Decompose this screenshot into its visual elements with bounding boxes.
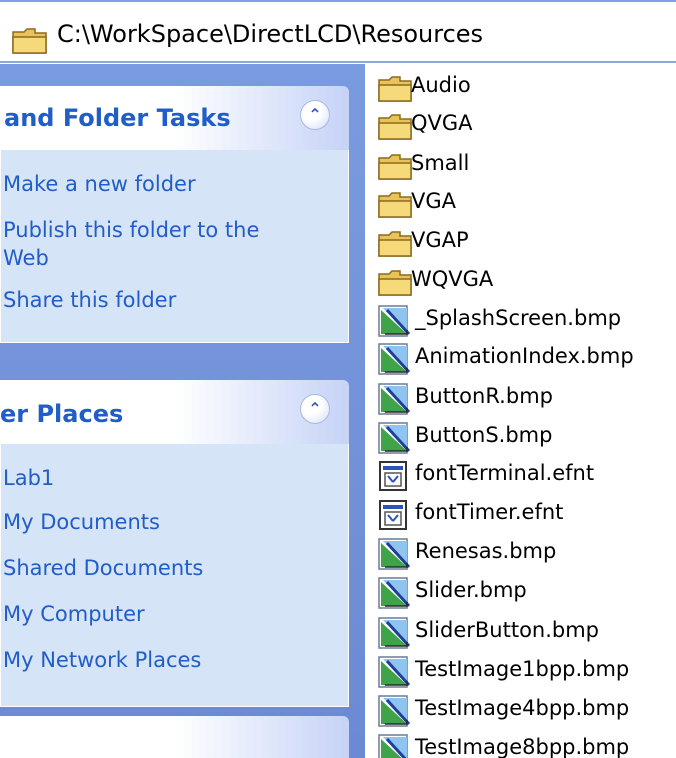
file-name: fontTerminal.efnt <box>415 461 595 485</box>
folder-tasks-title: and Folder Tasks <box>4 104 231 132</box>
publish-folder-link-line2[interactable]: Web <box>3 246 49 270</box>
publish-folder-link[interactable]: Publish this folder to the <box>3 218 259 242</box>
chevron-up-double-icon[interactable]: ⌃ <box>300 394 330 424</box>
file-name: _SplashScreen.bmp <box>415 306 622 330</box>
folder-icon <box>378 154 412 180</box>
folder-icon <box>12 28 47 54</box>
task-pane: and Folder Tasks ⌃ Make a new folder Pub… <box>0 64 365 758</box>
bitmap-icon <box>378 383 411 415</box>
other-places-body: Lab1 My Documents Shared Documents My Co… <box>0 444 349 707</box>
other-places-header[interactable]: er Places ⌃ <box>0 380 349 444</box>
share-folder-link[interactable]: Share this folder <box>3 288 176 312</box>
bitmap-icon <box>378 734 408 758</box>
place-my-computer-link[interactable]: My Computer <box>3 602 145 626</box>
file-name: QVGA <box>411 111 473 135</box>
folder-tasks-body: Make a new folder Publish this folder to… <box>0 150 349 343</box>
address-bar[interactable]: C:\WorkSpace\DirectLCD\Resources <box>0 0 676 64</box>
file-name: Slider.bmp <box>415 578 527 602</box>
folder-icon <box>378 231 412 257</box>
file-name: VGA <box>411 189 457 213</box>
details-header[interactable] <box>0 716 349 758</box>
bitmap-icon <box>378 422 411 454</box>
bitmap-icon <box>378 577 411 609</box>
bitmap-icon <box>378 695 411 727</box>
file-name: VGAP <box>411 228 469 252</box>
file-name: Renesas.bmp <box>415 539 557 563</box>
folder-icon <box>378 114 412 140</box>
file-name: SliderButton.bmp <box>415 618 600 642</box>
place-my-network-link[interactable]: My Network Places <box>3 648 201 672</box>
file-name: ButtonS.bmp <box>415 423 553 447</box>
file-name: fontTimer.efnt <box>415 500 564 524</box>
other-places-group: er Places ⌃ Lab1 My Documents Shared Doc… <box>0 380 349 707</box>
folder-icon <box>378 192 412 218</box>
bitmap-icon <box>378 538 411 570</box>
font-file-icon <box>379 500 407 530</box>
address-path[interactable]: C:\WorkSpace\DirectLCD\Resources <box>57 20 483 48</box>
file-name: Small <box>411 151 470 175</box>
file-name: WQVGA <box>411 267 494 291</box>
file-list: Audio QVGA Small VGA VGAP WQVGA _SplashS… <box>365 64 676 758</box>
bitmap-icon <box>378 343 411 375</box>
folder-tasks-group: and Folder Tasks ⌃ Make a new folder Pub… <box>0 86 349 343</box>
file-name: TestImage8bpp.bmp <box>415 735 630 758</box>
folder-tasks-header[interactable]: and Folder Tasks ⌃ <box>0 86 349 150</box>
folder-icon <box>378 270 412 296</box>
file-name: AnimationIndex.bmp <box>415 344 634 368</box>
file-name: ButtonR.bmp <box>415 384 553 408</box>
chevron-up-double-icon[interactable]: ⌃ <box>300 100 330 130</box>
place-lab1-link[interactable]: Lab1 <box>3 466 54 490</box>
bitmap-icon <box>378 305 411 337</box>
address-divider <box>0 61 676 63</box>
font-file-icon <box>379 461 407 491</box>
bitmap-icon <box>378 617 411 649</box>
details-group <box>0 716 349 758</box>
folder-icon <box>378 76 412 102</box>
other-places-title: er Places <box>0 400 124 428</box>
file-name: TestImage4bpp.bmp <box>415 696 630 720</box>
file-name: TestImage1bpp.bmp <box>415 657 630 681</box>
place-my-documents-link[interactable]: My Documents <box>3 510 160 534</box>
bitmap-icon <box>378 656 411 688</box>
place-shared-documents-link[interactable]: Shared Documents <box>3 556 203 580</box>
make-new-folder-link[interactable]: Make a new folder <box>3 172 196 196</box>
file-name: Audio <box>411 73 471 97</box>
